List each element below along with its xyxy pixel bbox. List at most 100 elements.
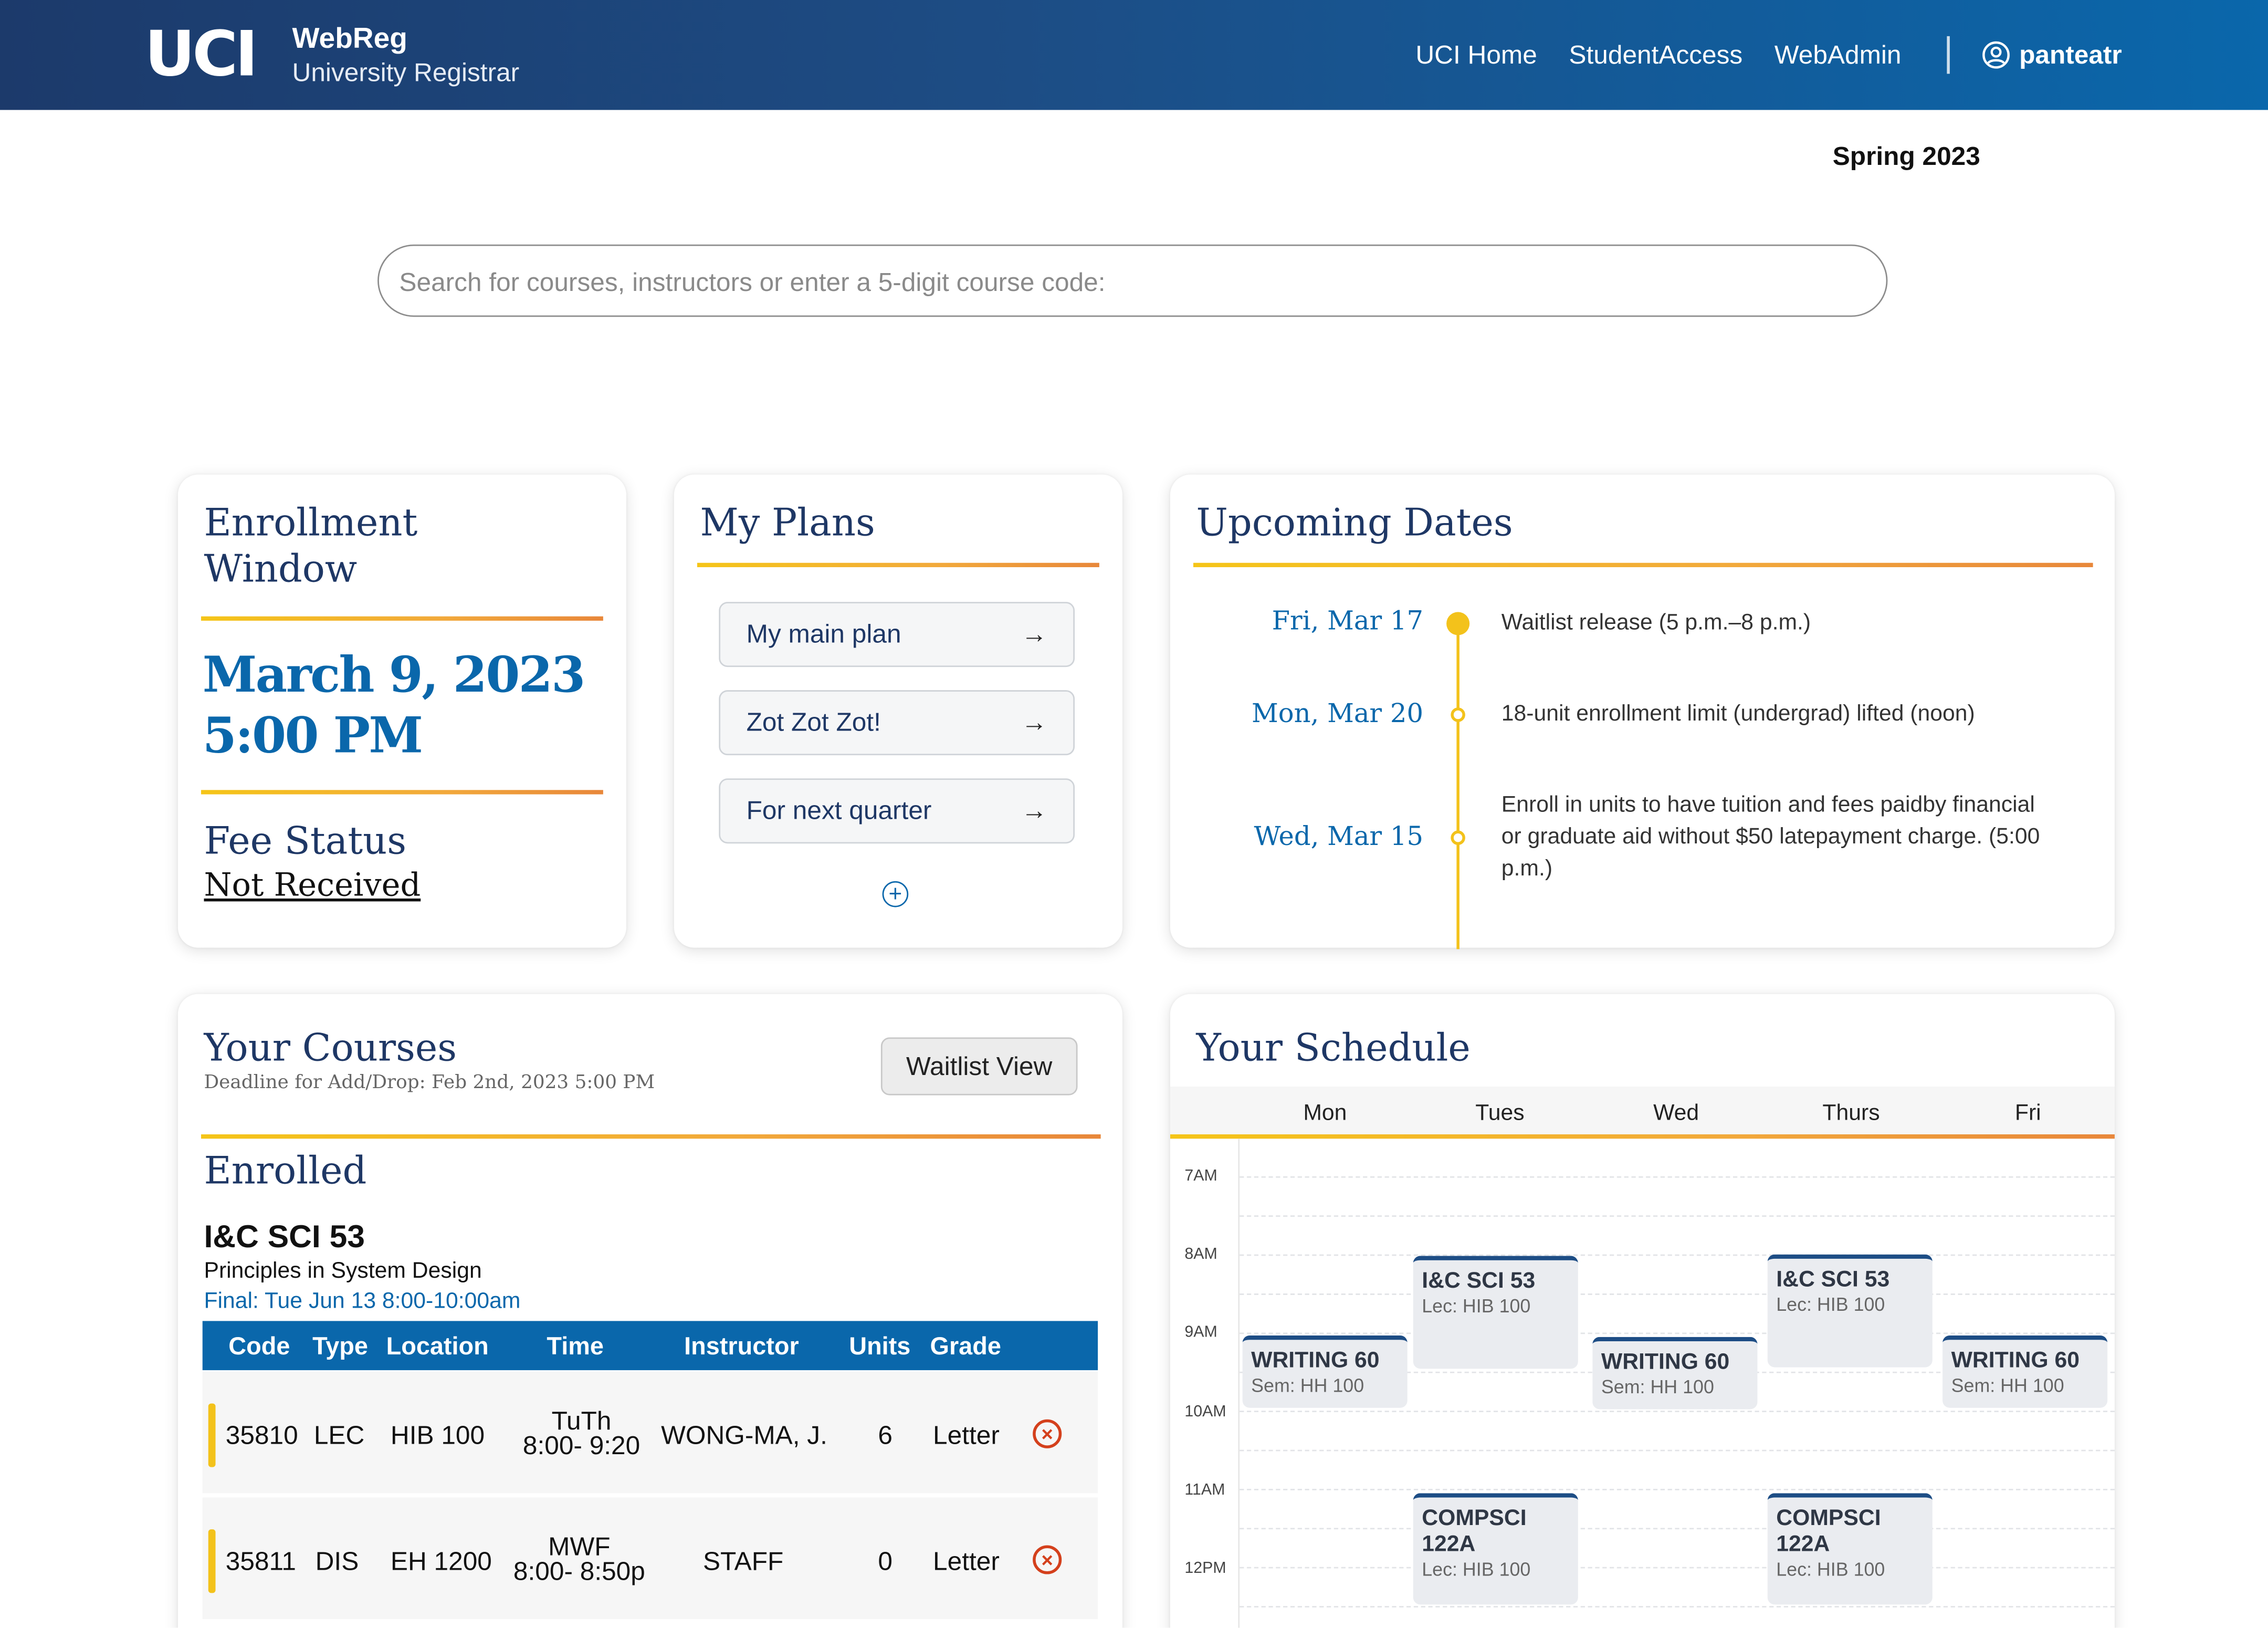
user-menu[interactable]: panteatr [1981, 40, 2122, 70]
plan-label: My main plan [746, 619, 901, 649]
row-status-bar [208, 1529, 216, 1593]
column-header: Time [547, 1332, 604, 1360]
event-title: I&C SCI 53 [1776, 1267, 1890, 1292]
title-divider [697, 562, 1099, 567]
event-title: I&C SCI 53 [1422, 1269, 1536, 1294]
drop-course-icon[interactable]: × [1033, 1419, 1062, 1448]
enrollment-date: March 9, 2023 [202, 646, 586, 705]
nav-uci-home[interactable]: UCI Home [1415, 40, 1537, 70]
plan-button[interactable]: My main plan → [719, 602, 1075, 667]
upcoming-dates-card: Upcoming Dates Fri, Mar 17 Waitlist rele… [1170, 474, 2115, 949]
schedule-event[interactable]: WRITING 60 Sem: HH 100 [1242, 1335, 1408, 1408]
weekday-label: Fri [2014, 1101, 2041, 1126]
hour-label: 8AM [1184, 1246, 1217, 1264]
my-plans-title: My Plans [700, 502, 875, 546]
cell-units: 6 [878, 1421, 892, 1450]
weekday-header: Mon Tues Wed Thurs Fri [1170, 1087, 2115, 1136]
row-status-bar [208, 1403, 216, 1467]
timeline-dot [1451, 707, 1465, 722]
event-title: COMPSCI 122A [1776, 1506, 1881, 1557]
gridline [1240, 1528, 2115, 1530]
gridline [1240, 1176, 2115, 1178]
enrollment-time: 5:00 PM [202, 707, 423, 766]
drop-course-icon[interactable]: × [1033, 1545, 1062, 1574]
title-divider [201, 1134, 1101, 1139]
your-courses-title: Your Courses [204, 1027, 457, 1071]
weekday-label: Thurs [1822, 1101, 1880, 1126]
timeline-line [1456, 622, 1460, 949]
weekday-label: Tues [1475, 1101, 1525, 1126]
event-date: Wed, Mar 15 [1254, 821, 1424, 852]
arrow-right-icon: → [1021, 619, 1047, 649]
arrow-right-icon: → [1021, 707, 1047, 737]
course-name: Principles in System Design [204, 1258, 482, 1283]
nav-studentaccess[interactable]: StudentAccess [1569, 40, 1742, 70]
header-divider [1170, 1134, 2115, 1139]
event-location: Lec: HIB 100 [1776, 1558, 1885, 1580]
cell-units: 0 [878, 1547, 892, 1576]
search-input[interactable] [379, 246, 1849, 319]
uci-logo[interactable]: UCI [145, 20, 258, 90]
username: panteatr [2019, 39, 2122, 69]
event-location: Lec: HIB 100 [1422, 1558, 1531, 1580]
event-date: Mon, Mar 20 [1251, 698, 1424, 729]
schedule-event[interactable]: I&C SCI 53 Lec: HIB 100 [1413, 1256, 1578, 1369]
user-circle-icon [1982, 41, 2010, 69]
weekday-label: Wed [1653, 1101, 1699, 1126]
gridline [1240, 1215, 2115, 1217]
nav-webadmin[interactable]: WebAdmin [1774, 40, 1902, 70]
waitlist-view-button[interactable]: Waitlist View [880, 1037, 1078, 1095]
schedule-event[interactable]: COMPSCI 122A Lec: HIB 100 [1413, 1493, 1578, 1605]
add-plan-icon[interactable]: + [882, 881, 909, 907]
course-search[interactable] [377, 244, 1888, 319]
schedule-event[interactable]: WRITING 60 Sem: HH 100 [1592, 1337, 1758, 1410]
enrollment-window-title: Enrollment Window [204, 502, 418, 592]
schedule-event[interactable]: COMPSCI 122A Lec: HIB 100 [1767, 1493, 1933, 1605]
cell-type: DIS [315, 1547, 359, 1576]
schedule-event[interactable]: I&C SCI 53 Lec: HIB 100 [1767, 1254, 1933, 1368]
course-code: I&C SCI 53 [204, 1218, 365, 1255]
cell-hours: 8:00- 8:50p [513, 1557, 645, 1586]
hour-label: 7AM [1184, 1167, 1217, 1185]
column-header: Location [386, 1332, 489, 1360]
fee-status-link[interactable]: Not Received [204, 868, 421, 904]
upcoming-dates-title: Upcoming Dates [1196, 502, 1513, 546]
my-plans-card: My Plans My main plan → Zot Zot Zot! → F… [674, 474, 1122, 948]
term-label: Spring 2023 [1832, 141, 1980, 171]
gridline [1240, 1567, 2115, 1569]
column-header: Instructor [684, 1332, 799, 1360]
nav-divider [1947, 36, 1950, 74]
cell-instructor: WONG-MA, J. [661, 1421, 827, 1450]
section-divider [201, 790, 603, 795]
enrolled-heading: Enrolled [204, 1150, 367, 1194]
event-title: COMPSCI 122A [1422, 1506, 1527, 1557]
enrollment-window-card: Enrollment Window March 9, 2023 5:00 PM … [177, 474, 626, 948]
course-final-exam: Final: Tue Jun 13 8:00-10:00am [204, 1289, 521, 1314]
plan-button[interactable]: For next quarter → [719, 778, 1075, 844]
column-header: Type [312, 1332, 368, 1360]
cell-location: EH 1200 [390, 1547, 492, 1576]
your-courses-card: Your Courses Deadline for Add/Drop: Feb … [177, 994, 1122, 1628]
weekday-label: Mon [1303, 1101, 1347, 1126]
fee-status-title: Fee Status [204, 820, 407, 864]
plan-button[interactable]: Zot Zot Zot! → [719, 690, 1075, 756]
schedule-event[interactable]: WRITING 60 Sem: HH 100 [1942, 1335, 2108, 1408]
event-title: WRITING 60 [1951, 1348, 2080, 1373]
brand-title: WebReg [292, 23, 407, 55]
hour-label: 11AM [1184, 1481, 1225, 1499]
course-table-header: Code Type Location Time Instructor Units… [202, 1321, 1098, 1371]
column-header: Grade [930, 1332, 1001, 1360]
plan-label: For next quarter [746, 796, 932, 825]
enrollment-datetime: March 9, 2023 5:00 PM [202, 645, 586, 767]
event-text: 18-unit enrollment limit (undergrad) lif… [1501, 702, 1975, 727]
gridline [1240, 1488, 2115, 1490]
top-nav: UCI Home StudentAccess WebAdmin panteatr [1384, 0, 2122, 110]
arrow-right-icon: → [1021, 796, 1047, 825]
event-title: WRITING 60 [1601, 1350, 1730, 1375]
your-schedule-title: Your Schedule [1196, 1027, 1471, 1071]
plan-label: Zot Zot Zot! [746, 707, 881, 737]
title-divider [1193, 562, 2093, 567]
cell-time: MWF 8:00- 8:50p [503, 1533, 655, 1586]
event-location: Sem: HH 100 [1601, 1376, 1714, 1398]
cell-time: TuTh 8:00- 9:20 [509, 1408, 654, 1458]
